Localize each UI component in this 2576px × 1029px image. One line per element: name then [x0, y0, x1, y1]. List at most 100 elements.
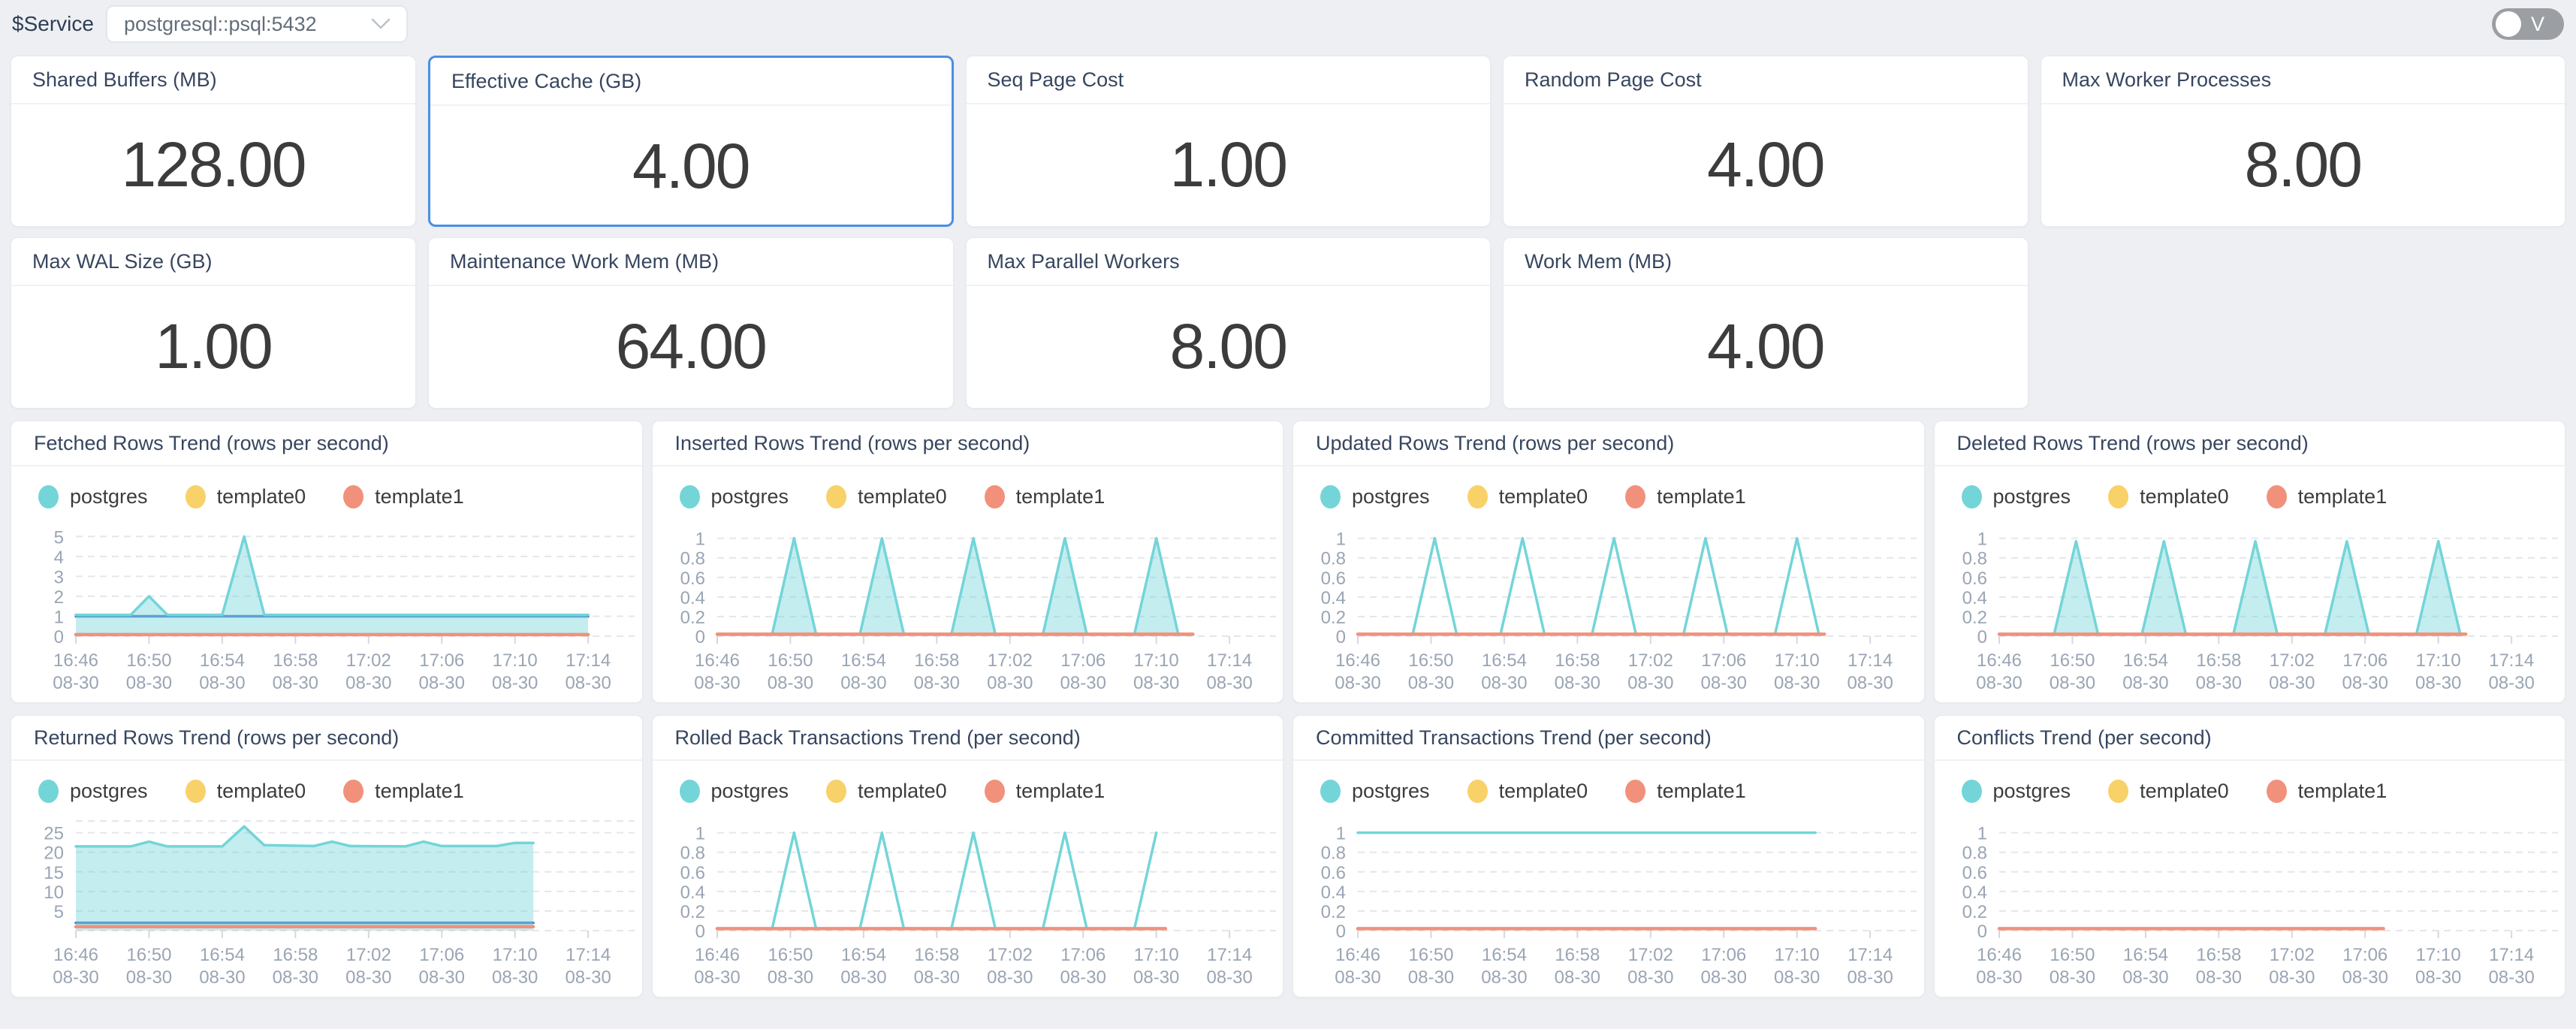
- svg-text:0.8: 0.8: [680, 843, 704, 864]
- view-toggle[interactable]: V: [2492, 8, 2564, 40]
- legend-label: postgres: [711, 485, 789, 508]
- stat-card[interactable]: Max WAL Size (GB)1.00: [11, 237, 416, 409]
- legend-item[interactable]: postgres: [1320, 780, 1430, 803]
- svg-text:0: 0: [695, 922, 704, 942]
- legend-item[interactable]: postgres: [38, 780, 148, 803]
- legend-swatch-icon: [1962, 485, 1982, 508]
- svg-text:16:50: 16:50: [1408, 945, 1453, 965]
- stat-card[interactable]: Random Page Cost4.00: [1503, 56, 2029, 227]
- svg-text:16:54: 16:54: [200, 650, 245, 671]
- legend-item[interactable]: template1: [985, 485, 1106, 508]
- chart-title: Committed Transactions Trend (per second…: [1316, 726, 1712, 750]
- legend-label: template1: [2298, 780, 2387, 803]
- stat-card[interactable]: Max Parallel Workers8.00: [966, 237, 1492, 409]
- stats-row-1: Shared Buffers (MB)128.00Effective Cache…: [0, 56, 2576, 227]
- svg-text:08-30: 08-30: [345, 673, 391, 693]
- legend-label: template1: [1657, 780, 1746, 803]
- legend-item[interactable]: template0: [826, 485, 947, 508]
- svg-text:17:10: 17:10: [1133, 650, 1178, 671]
- legend-item[interactable]: postgres: [680, 780, 789, 803]
- legend-swatch-icon: [1320, 780, 1341, 803]
- legend-item[interactable]: template1: [2267, 485, 2387, 508]
- legend-label: template1: [375, 485, 464, 508]
- chart-plot-area: 51015202516:4608-3016:5008-3016:5408-301…: [11, 812, 642, 997]
- svg-text:08-30: 08-30: [2488, 967, 2534, 988]
- svg-text:08-30: 08-30: [767, 967, 813, 988]
- svg-text:17:10: 17:10: [1775, 650, 1820, 671]
- stat-card[interactable]: Effective Cache (GB)4.00: [428, 56, 954, 227]
- chart-canvas: 00.20.40.60.8116:4608-3016:5008-3016:540…: [1935, 812, 2564, 992]
- svg-text:17:14: 17:14: [1207, 650, 1252, 671]
- stat-card[interactable]: Maintenance Work Mem (MB)64.00: [428, 237, 954, 409]
- stats-row-2: Max WAL Size (GB)1.00Maintenance Work Me…: [0, 237, 2576, 409]
- svg-text:1: 1: [1336, 530, 1346, 550]
- svg-text:08-30: 08-30: [2195, 967, 2241, 988]
- service-select[interactable]: postgresql::psql:5432: [106, 5, 408, 43]
- svg-text:17:06: 17:06: [419, 945, 464, 965]
- stat-card[interactable]: Seq Page Cost1.00: [966, 56, 1492, 227]
- svg-text:08-30: 08-30: [1555, 673, 1600, 693]
- legend-item[interactable]: template0: [2108, 485, 2229, 508]
- legend-label: template0: [2140, 780, 2229, 803]
- stat-card[interactable]: Work Mem (MB)4.00: [1503, 237, 2029, 409]
- svg-text:17:10: 17:10: [1133, 945, 1178, 965]
- svg-text:08-30: 08-30: [273, 673, 318, 693]
- svg-text:10: 10: [44, 883, 64, 903]
- legend-label: template0: [858, 780, 947, 803]
- legend-label: template1: [375, 780, 464, 803]
- svg-text:16:50: 16:50: [1408, 650, 1453, 671]
- svg-text:17:02: 17:02: [346, 650, 391, 671]
- chart-canvas: 00.20.40.60.8116:4608-3016:5008-3016:540…: [1293, 518, 1923, 698]
- stat-card[interactable]: Max Worker Processes8.00: [2041, 56, 2566, 227]
- svg-text:0: 0: [695, 627, 704, 647]
- svg-text:1: 1: [1977, 530, 1986, 550]
- legend-item[interactable]: template0: [1467, 485, 1588, 508]
- legend-item[interactable]: template1: [2267, 780, 2387, 803]
- svg-text:17:06: 17:06: [1701, 650, 1746, 671]
- svg-text:0.8: 0.8: [1962, 843, 1986, 864]
- legend-item[interactable]: template1: [343, 485, 464, 508]
- legend-label: template0: [1499, 780, 1588, 803]
- legend-label: postgres: [70, 485, 148, 508]
- legend-swatch-icon: [826, 780, 846, 803]
- chart-header: Conflicts Trend (per second): [1935, 716, 2565, 761]
- legend-item[interactable]: template0: [826, 780, 947, 803]
- legend-item[interactable]: postgres: [680, 485, 789, 508]
- stat-title: Random Page Cost: [1525, 68, 1702, 92]
- legend-item[interactable]: postgres: [38, 485, 148, 508]
- toggle-knob-icon: [2496, 11, 2521, 37]
- legend-item[interactable]: template0: [186, 485, 306, 508]
- svg-text:08-30: 08-30: [913, 673, 959, 693]
- legend-item[interactable]: template0: [1467, 780, 1588, 803]
- chart-legend: postgres template0 template1: [1935, 761, 2565, 803]
- legend-item[interactable]: postgres: [1962, 780, 2071, 803]
- svg-text:17:14: 17:14: [1207, 945, 1252, 965]
- legend-item[interactable]: template1: [1625, 780, 1746, 803]
- svg-text:17:06: 17:06: [1060, 945, 1106, 965]
- legend-item[interactable]: postgres: [1320, 485, 1430, 508]
- legend-swatch-icon: [680, 780, 700, 803]
- svg-text:08-30: 08-30: [419, 967, 465, 988]
- legend-item[interactable]: template1: [343, 780, 464, 803]
- legend-item[interactable]: template0: [186, 780, 306, 803]
- svg-text:08-30: 08-30: [987, 673, 1033, 693]
- legend-item[interactable]: template1: [1625, 485, 1746, 508]
- svg-text:17:14: 17:14: [2489, 650, 2534, 671]
- svg-text:08-30: 08-30: [1627, 967, 1673, 988]
- legend-label: template0: [217, 780, 306, 803]
- chart-panel: Updated Rows Trend (rows per second)post…: [1293, 421, 1925, 703]
- legend-item[interactable]: template1: [985, 780, 1106, 803]
- stat-card[interactable]: Shared Buffers (MB)128.00: [11, 56, 416, 227]
- svg-text:08-30: 08-30: [2488, 673, 2534, 693]
- legend-item[interactable]: template0: [2108, 780, 2229, 803]
- svg-text:17:14: 17:14: [1848, 945, 1893, 965]
- legend-label: postgres: [70, 780, 148, 803]
- legend-item[interactable]: postgres: [1962, 485, 2071, 508]
- svg-text:16:50: 16:50: [2050, 650, 2095, 671]
- svg-text:20: 20: [44, 843, 64, 864]
- svg-text:16:46: 16:46: [53, 945, 98, 965]
- legend-label: template0: [1499, 485, 1588, 508]
- stat-card-header: Effective Cache (GB): [430, 58, 952, 106]
- svg-text:08-30: 08-30: [1481, 967, 1527, 988]
- svg-text:08-30: 08-30: [492, 673, 538, 693]
